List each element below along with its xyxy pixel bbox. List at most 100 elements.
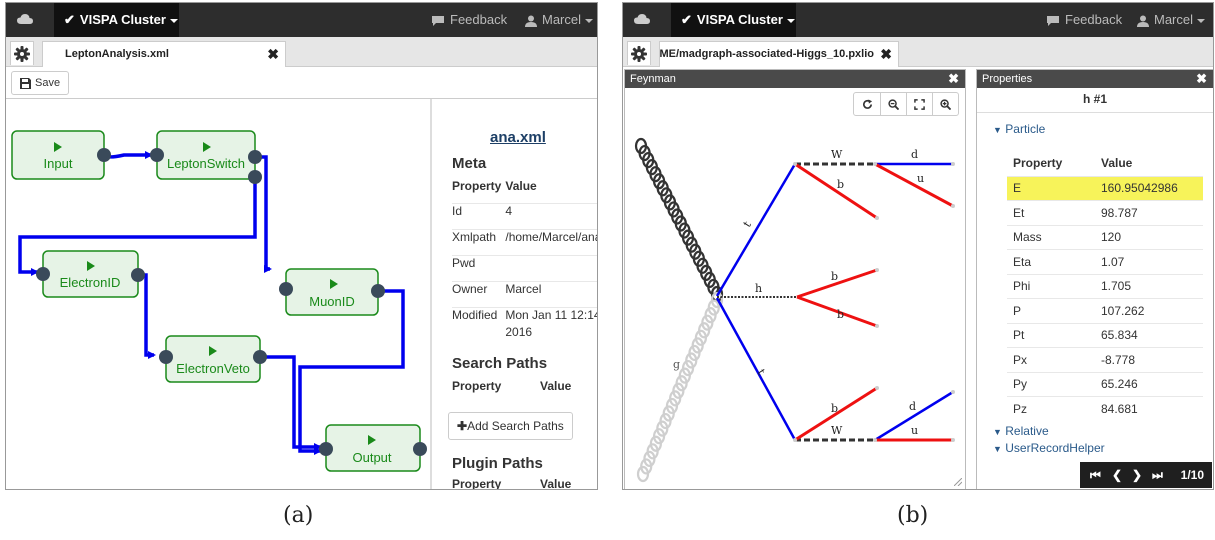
- node-electronid[interactable]: ElectronID: [36, 250, 145, 298]
- triangle-down-icon: ▼: [993, 125, 1002, 135]
- vertex-dot: [873, 162, 877, 166]
- triangle-down-icon: ▼: [993, 444, 1002, 454]
- vertex-dot: [951, 204, 955, 208]
- table-row[interactable]: Pt 65.834: [1007, 322, 1203, 348]
- table-row[interactable]: Et 98.787: [1007, 200, 1203, 225]
- tab-bar: HOME/madgraph-associated-Higgs_10.pxlio …: [623, 37, 1213, 67]
- tab-label: LeptonAnalysis.xml: [65, 48, 169, 60]
- tab-bar: LeptonAnalysis.xml ✖: [6, 37, 597, 67]
- user-menu[interactable]: Marcel: [1137, 3, 1206, 37]
- tree-node-relative[interactable]: ▼ Relative: [993, 424, 1049, 438]
- cell-value: 120: [1095, 224, 1203, 250]
- user-menu[interactable]: Marcel: [525, 3, 594, 37]
- table-row[interactable]: Px -8.778: [1007, 347, 1203, 372]
- node-electronveto[interactable]: ElectronVeto: [159, 335, 267, 383]
- input-port[interactable]: [150, 148, 164, 162]
- cloud-icon[interactable]: [634, 13, 650, 25]
- w-label: W: [831, 424, 843, 437]
- prev-page-button[interactable]: ❮: [1112, 462, 1122, 488]
- brand-menu[interactable]: ✔ VISPA Cluster: [54, 3, 179, 37]
- window-title: Properties: [982, 73, 1033, 85]
- node-leptonswitch[interactable]: LeptonSwitch: [150, 130, 262, 184]
- feynman-diagram[interactable]: W W h t t g b b b b d u d u: [625, 116, 965, 488]
- resize-handle-icon[interactable]: [954, 478, 962, 486]
- save-button[interactable]: Save: [11, 71, 70, 95]
- cell-key: Phi: [1007, 273, 1095, 299]
- table-row[interactable]: P 107.262: [1007, 298, 1203, 323]
- close-icon[interactable]: ✖: [880, 42, 892, 66]
- u-label: u: [917, 172, 924, 185]
- output-port[interactable]: [131, 268, 145, 282]
- output-port[interactable]: [413, 442, 427, 456]
- input-port[interactable]: [36, 267, 50, 281]
- output-port[interactable]: [248, 150, 262, 164]
- module-flow-graph[interactable]: Input LeptonSwitch ElectronID MuonID Ele…: [6, 99, 430, 490]
- tree-node-label: UserRecordHelper: [1005, 441, 1105, 455]
- settings-tab[interactable]: [627, 41, 651, 65]
- fit-view-button[interactable]: [906, 93, 932, 115]
- cell-value: 107.262: [1095, 298, 1203, 323]
- close-icon[interactable]: ✖: [948, 70, 959, 88]
- table-row[interactable]: Eta 1.07: [1007, 249, 1203, 274]
- table-row-highlighted[interactable]: E 160.95042986: [1007, 175, 1203, 201]
- table-row[interactable]: Pz 84.681: [1007, 396, 1203, 421]
- node-muonid[interactable]: MuonID: [279, 268, 385, 316]
- column-header: Property: [452, 379, 502, 393]
- input-port[interactable]: [159, 350, 173, 364]
- column-header: Value: [1101, 155, 1133, 170]
- tree-node-particle[interactable]: ▼ Particle: [993, 122, 1045, 136]
- b-label: b: [837, 178, 844, 191]
- vertex-dot: [793, 438, 797, 442]
- cell-value: 65.246: [1095, 371, 1203, 397]
- last-page-button[interactable]: ⏭: [1152, 462, 1163, 488]
- output-port[interactable]: [97, 148, 111, 162]
- edge-electronveto-output: [260, 355, 322, 451]
- gear-icon: [631, 45, 647, 62]
- output-port[interactable]: [371, 284, 385, 298]
- close-icon[interactable]: ✖: [267, 42, 279, 66]
- window-header[interactable]: Feynman ✖: [625, 70, 965, 88]
- node-output[interactable]: Output: [319, 424, 427, 472]
- window-header[interactable]: Properties ✖: [977, 70, 1213, 88]
- top-quark-line-lower: [715, 297, 797, 441]
- settings-tab[interactable]: [10, 41, 34, 65]
- node-input[interactable]: Input: [11, 130, 111, 180]
- tab-pxlio-file[interactable]: HOME/madgraph-associated-Higgs_10.pxlio …: [659, 41, 899, 67]
- b-quark-line-1: [794, 162, 878, 220]
- cell-value: 1.705: [1095, 273, 1203, 299]
- table-row[interactable]: Mass 120: [1007, 224, 1203, 250]
- module-file-link[interactable]: ana.xml: [490, 129, 546, 146]
- first-page-button[interactable]: ⏮: [1090, 462, 1101, 488]
- next-page-button[interactable]: ❯: [1132, 462, 1142, 488]
- table-row: Owner Marcel: [452, 280, 597, 307]
- table-row[interactable]: Phi 1.705: [1007, 273, 1203, 299]
- input-port[interactable]: [279, 282, 293, 296]
- input-port[interactable]: [319, 442, 333, 456]
- feedback-link[interactable]: Feedback: [431, 3, 507, 37]
- tab-lepton-analysis[interactable]: LeptonAnalysis.xml ✖: [42, 41, 286, 67]
- vertex-dot: [875, 216, 879, 220]
- feedback-link[interactable]: Feedback: [1046, 3, 1122, 37]
- cloud-icon[interactable]: [17, 13, 33, 25]
- vertex-dot: [875, 324, 879, 328]
- output-port[interactable]: [248, 170, 262, 184]
- brand-menu[interactable]: ✔ VISPA Cluster: [671, 3, 796, 37]
- tree-node-userrecordhelper[interactable]: ▼ UserRecordHelper: [993, 441, 1105, 455]
- cell-value: /home/Marcel/ana.: [505, 228, 597, 255]
- b-label: b: [837, 308, 844, 321]
- refresh-button[interactable]: [854, 93, 880, 115]
- zoom-out-button[interactable]: [880, 93, 906, 115]
- plugin-paths-heading: Plugin Paths: [452, 455, 543, 472]
- table-row[interactable]: Py 65.246: [1007, 371, 1203, 397]
- add-search-paths-button[interactable]: ✚Add Search Paths: [448, 412, 573, 440]
- cell-value: [505, 254, 597, 281]
- brand-label: VISPA Cluster: [79, 12, 166, 27]
- vertex-dot: [951, 162, 955, 166]
- zoom-in-button[interactable]: [932, 93, 958, 115]
- check-icon: ✔: [64, 12, 75, 27]
- user-label: Marcel: [542, 12, 582, 27]
- table-row: Pwd: [452, 254, 597, 281]
- close-icon[interactable]: ✖: [1196, 70, 1207, 88]
- output-port[interactable]: [253, 350, 267, 364]
- window-title: Feynman: [630, 73, 676, 85]
